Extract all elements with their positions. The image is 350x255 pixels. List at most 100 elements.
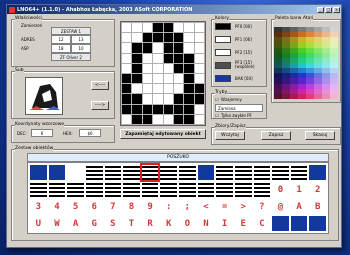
tile[interactable] bbox=[234, 182, 252, 197]
tile[interactable] bbox=[67, 165, 84, 180]
row-value[interactable]: 13 bbox=[71, 35, 91, 44]
tile[interactable] bbox=[179, 182, 196, 197]
tile[interactable] bbox=[141, 182, 159, 197]
tile[interactable]: U bbox=[30, 216, 47, 231]
tile[interactable]: I bbox=[216, 216, 233, 231]
tile[interactable]: ; bbox=[179, 199, 196, 214]
tile[interactable] bbox=[309, 165, 326, 180]
color-swatch[interactable] bbox=[215, 62, 231, 69]
tile[interactable] bbox=[197, 182, 215, 197]
tile[interactable]: < bbox=[197, 199, 215, 214]
palette-color[interactable] bbox=[322, 93, 330, 99]
tile[interactable]: 9 bbox=[141, 199, 159, 214]
tile[interactable]: E bbox=[234, 216, 252, 231]
tile[interactable] bbox=[48, 182, 66, 197]
tile[interactable]: T bbox=[123, 216, 140, 231]
color-swatch[interactable] bbox=[215, 23, 231, 30]
tile[interactable]: 8 bbox=[123, 199, 140, 214]
palette-color[interactable] bbox=[298, 93, 306, 99]
tile[interactable] bbox=[290, 216, 308, 231]
tile[interactable] bbox=[179, 165, 196, 180]
load-button[interactable]: Wczytaj bbox=[215, 131, 245, 140]
tiles-grid[interactable]: 0 1 2 3 4 5 6 7 8 9 : ; < = > ? @ A B U … bbox=[27, 162, 329, 234]
tile[interactable]: ? bbox=[253, 199, 271, 214]
tile[interactable] bbox=[30, 165, 47, 180]
dec-value[interactable]: 6 bbox=[31, 129, 53, 137]
color-swatch[interactable] bbox=[215, 75, 231, 82]
tile[interactable]: = bbox=[216, 199, 233, 214]
atari-palette[interactable] bbox=[274, 27, 338, 99]
tile[interactable] bbox=[85, 165, 103, 180]
tile[interactable]: K bbox=[160, 216, 177, 231]
tile[interactable]: R bbox=[141, 216, 159, 231]
tile[interactable]: W bbox=[48, 216, 66, 231]
palette-color[interactable] bbox=[274, 93, 282, 99]
minimize-button[interactable]: _ bbox=[317, 6, 324, 13]
palette-color[interactable] bbox=[306, 93, 314, 99]
tile[interactable]: 3 bbox=[30, 199, 47, 214]
tile[interactable] bbox=[48, 165, 66, 180]
tile[interactable] bbox=[234, 165, 252, 180]
tile[interactable] bbox=[216, 165, 233, 180]
tile[interactable]: : bbox=[160, 199, 177, 214]
tile[interactable]: S bbox=[104, 216, 122, 231]
tile[interactable]: B bbox=[309, 199, 326, 214]
tile[interactable]: 0 bbox=[272, 182, 289, 197]
tile[interactable] bbox=[216, 182, 233, 197]
save-object-button[interactable]: Zapamiętaj edytowany obiekt bbox=[120, 129, 206, 139]
palette-color[interactable] bbox=[330, 93, 338, 99]
palette-color[interactable] bbox=[314, 93, 322, 99]
tile[interactable] bbox=[139, 163, 161, 182]
tile[interactable]: O bbox=[179, 216, 196, 231]
tile[interactable] bbox=[67, 182, 84, 197]
prev-button[interactable]: <---- bbox=[91, 81, 109, 90]
tile[interactable]: 7 bbox=[104, 199, 122, 214]
tile[interactable]: C bbox=[253, 216, 271, 231]
maximize-button[interactable]: □ bbox=[325, 6, 332, 13]
tile[interactable] bbox=[272, 165, 289, 180]
palette-color[interactable] bbox=[282, 93, 290, 99]
row-value[interactable]: 18 bbox=[51, 44, 71, 53]
tile[interactable]: > bbox=[234, 199, 252, 214]
tile[interactable]: A bbox=[290, 199, 308, 214]
wzajemny-checkbox[interactable]: ☐ bbox=[215, 97, 219, 102]
tile[interactable] bbox=[123, 182, 140, 197]
mode-select[interactable]: Zamiana bbox=[215, 104, 263, 112]
tile[interactable] bbox=[253, 182, 271, 197]
tile[interactable] bbox=[30, 182, 47, 197]
save-button[interactable]: Zapisz bbox=[261, 131, 291, 140]
tile[interactable]: 5 bbox=[67, 199, 84, 214]
row-value[interactable]: 12 bbox=[51, 35, 71, 44]
next-button[interactable]: ----> bbox=[91, 101, 109, 110]
tile[interactable]: 4 bbox=[48, 199, 66, 214]
tile[interactable] bbox=[253, 165, 271, 180]
tile[interactable] bbox=[123, 165, 140, 180]
pf-checkbox[interactable]: ☐ bbox=[215, 113, 219, 118]
tile[interactable] bbox=[290, 165, 308, 180]
tile[interactable] bbox=[104, 182, 122, 197]
tile[interactable]: 1 bbox=[290, 182, 308, 197]
tile[interactable]: G bbox=[85, 216, 103, 231]
tile[interactable]: 2 bbox=[309, 182, 326, 197]
pf-label: Tylko zwykłe PF bbox=[221, 113, 252, 118]
tile[interactable]: 6 bbox=[85, 199, 103, 214]
properties-group-title: Właściwości bbox=[15, 16, 43, 21]
tile[interactable] bbox=[309, 216, 326, 231]
color-swatch[interactable] bbox=[215, 49, 231, 56]
tile[interactable] bbox=[197, 165, 215, 180]
color-swatch[interactable] bbox=[215, 36, 231, 43]
clear-button[interactable]: Skasuj bbox=[305, 131, 335, 140]
pixel-editor[interactable] bbox=[120, 21, 206, 126]
tile[interactable] bbox=[85, 182, 103, 197]
row-value[interactable]: 10 bbox=[71, 44, 91, 53]
tile[interactable] bbox=[104, 165, 122, 180]
tile[interactable] bbox=[160, 165, 177, 180]
tile[interactable]: @ bbox=[272, 199, 289, 214]
tile[interactable]: N bbox=[197, 216, 215, 231]
tile[interactable]: A bbox=[67, 216, 84, 231]
tile[interactable] bbox=[160, 182, 177, 197]
hex-value[interactable]: $6 bbox=[79, 129, 101, 137]
close-button[interactable]: × bbox=[333, 6, 340, 13]
palette-color[interactable] bbox=[290, 93, 298, 99]
tile[interactable] bbox=[272, 216, 289, 231]
